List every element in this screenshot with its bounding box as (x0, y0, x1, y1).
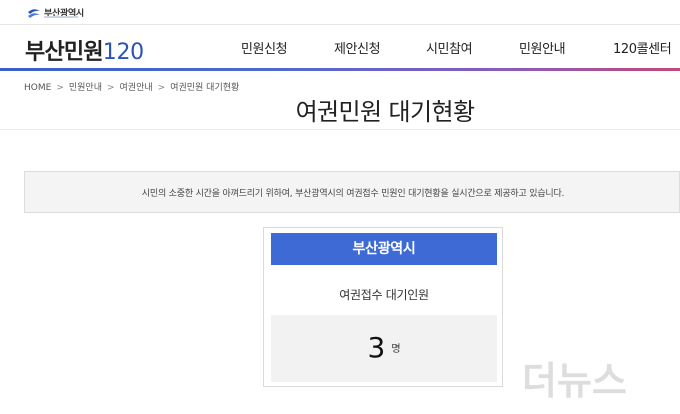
accent-gradient-line (0, 68, 680, 71)
count-box: 3명 (271, 315, 497, 382)
header-divider (0, 24, 680, 25)
waiting-status-card: 부산광역시 여권접수 대기인원 3명 (263, 227, 503, 387)
nav-item-participation[interactable]: 시민참여 (426, 38, 473, 57)
logo-subline (44, 16, 78, 18)
watermark-text: 더뉴스 (522, 359, 627, 403)
notice-box: 시민의 소중한 시간을 아껴드리기 위하여, 부산광역시의 여권접수 민원인 대… (24, 171, 680, 213)
waiting-count-unit: 명 (391, 344, 401, 355)
top-utility-bar: 부산광역시 (0, 0, 680, 24)
watermark-logo: 더뉴스 (522, 359, 627, 403)
nav-item-callcenter[interactable]: 120콜센터 (613, 38, 672, 57)
page-title: 여권민원 대기현황 (295, 98, 475, 126)
card-header: 부산광역시 (271, 233, 497, 265)
busan-logo-icon[interactable] (26, 6, 42, 22)
main-nav: 민원신청 제안신청 시민참여 민원안내 120콜센터 (0, 38, 680, 58)
nav-item-apply[interactable]: 민원신청 (241, 38, 288, 57)
nav-item-guide[interactable]: 민원안내 (519, 38, 566, 57)
waiting-count: 3 (367, 331, 386, 364)
nav-item-proposal[interactable]: 제안신청 (334, 38, 381, 57)
count-wrap: 3명 (271, 331, 497, 364)
notice-text: 시민의 소중한 시간을 아껴드리기 위하여, 부산광역시의 여권접수 민원인 대… (141, 189, 565, 199)
title-divider (0, 129, 680, 130)
card-subtitle: 여권접수 대기인원 (339, 288, 429, 302)
